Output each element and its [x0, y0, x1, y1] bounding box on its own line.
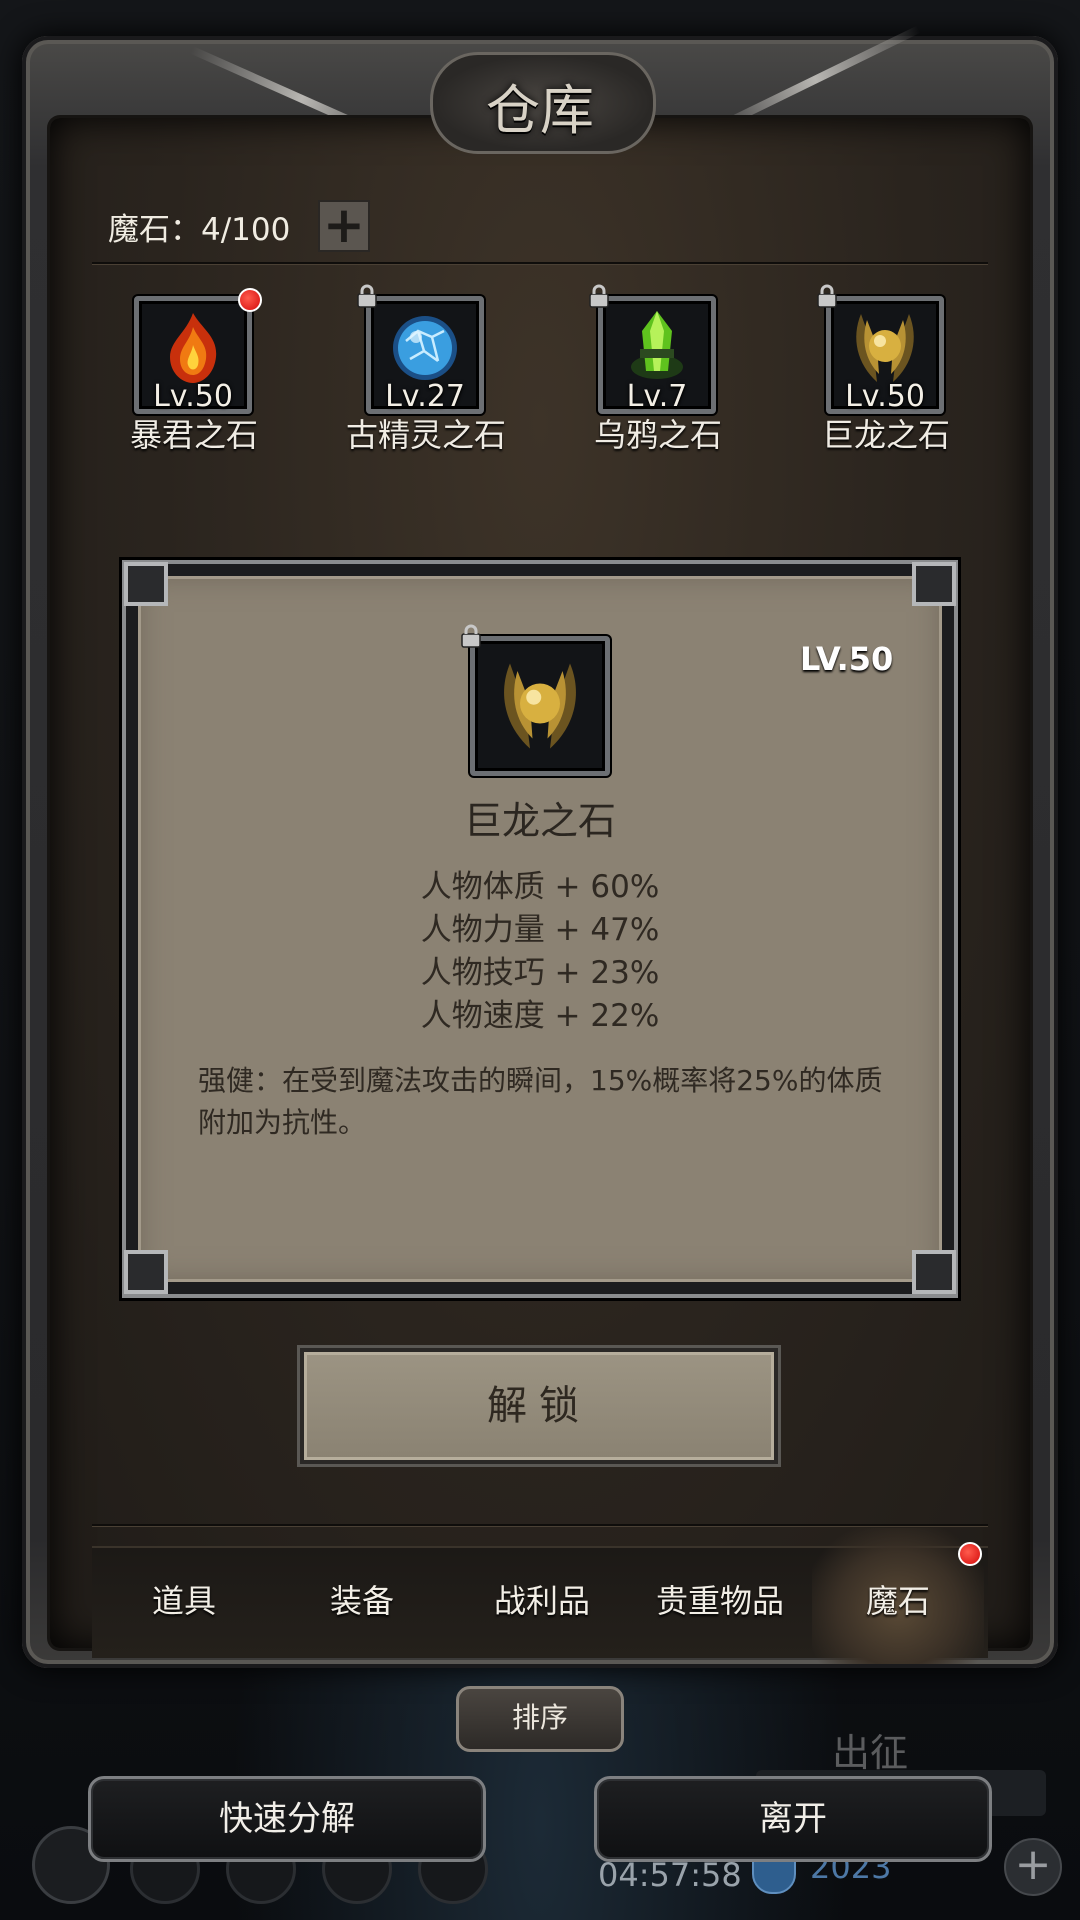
tab-valuables[interactable]: 贵重物品 — [630, 1576, 810, 1622]
tab-magic-stones[interactable]: 魔石 — [808, 1576, 988, 1622]
stat-line: 人物力量 + 47% — [420, 912, 660, 948]
unlock-button[interactable]: 解锁 — [300, 1348, 778, 1464]
detail-level: LV.50 — [800, 640, 894, 678]
sort-button[interactable]: 排序 — [456, 1686, 624, 1752]
stone-slot-raven[interactable]: Lv.7 — [589, 284, 716, 414]
page-title: 仓库 — [486, 79, 594, 142]
stone-name: 古精灵之石 — [345, 416, 506, 454]
blue-orb-icon — [393, 315, 457, 380]
stone-level: Lv.50 — [845, 379, 925, 414]
frame-corner — [912, 1250, 956, 1294]
stone-slot-dragon[interactable]: Lv.50 — [817, 284, 944, 414]
magic-stone-capacity: 魔石：4/100 — [108, 212, 291, 248]
frame-corner — [912, 562, 956, 606]
lock-icon — [357, 284, 377, 308]
stat-line: 人物体质 + 60% — [420, 869, 660, 905]
lock-icon — [461, 624, 481, 648]
stone-level: Lv.50 — [153, 379, 233, 414]
lock-icon — [817, 284, 837, 308]
stone-slot-tyrant[interactable]: Lv.50 — [134, 288, 262, 414]
stone-name: 乌鸦之石 — [593, 416, 722, 454]
tab-loot[interactable]: 战利品 — [452, 1576, 632, 1622]
golden-dragon-icon — [504, 663, 576, 749]
divider — [92, 1524, 988, 1526]
tab-items[interactable]: 道具 — [94, 1576, 274, 1622]
lock-icon — [589, 284, 609, 308]
expand-capacity-button[interactable]: + — [318, 200, 370, 252]
stone-name: 巨龙之石 — [821, 416, 950, 454]
stat-list: 人物体质 + 60% 人物力量 + 47% 人物技巧 + 23% 人物速度 + … — [340, 866, 740, 1038]
frame-corner — [124, 562, 168, 606]
skill-description: 强健：在受到魔法攻击的瞬间，15%概率将25%的体质附加为抗性。 — [198, 1064, 883, 1139]
stone-level: Lv.7 — [626, 379, 688, 414]
quick-decompose-button[interactable]: 快速分解 — [88, 1776, 486, 1862]
leave-button[interactable]: 离开 — [594, 1776, 992, 1862]
golden-dragon-icon — [856, 313, 914, 382]
stone-slot-ancient-elf[interactable]: Lv.27 — [357, 284, 484, 414]
expedition-label: 出征 — [832, 1731, 909, 1775]
stone-name: 暴君之石 — [129, 416, 258, 454]
fire-gem-icon — [170, 312, 217, 383]
tab-equipment[interactable]: 装备 — [272, 1576, 452, 1622]
selected-stone-icon — [461, 624, 610, 776]
divider — [92, 262, 988, 264]
new-badge — [958, 1542, 982, 1566]
stat-line: 人物速度 + 22% — [420, 998, 660, 1034]
detail-stone-name: 巨龙之石 — [463, 799, 616, 843]
stone-level: Lv.27 — [385, 379, 465, 414]
new-badge — [238, 288, 262, 312]
add-circle-icon[interactable]: + — [1004, 1838, 1062, 1896]
green-crystal-icon — [631, 310, 683, 379]
frame-corner — [124, 1250, 168, 1294]
stat-line: 人物技巧 + 23% — [420, 955, 660, 991]
